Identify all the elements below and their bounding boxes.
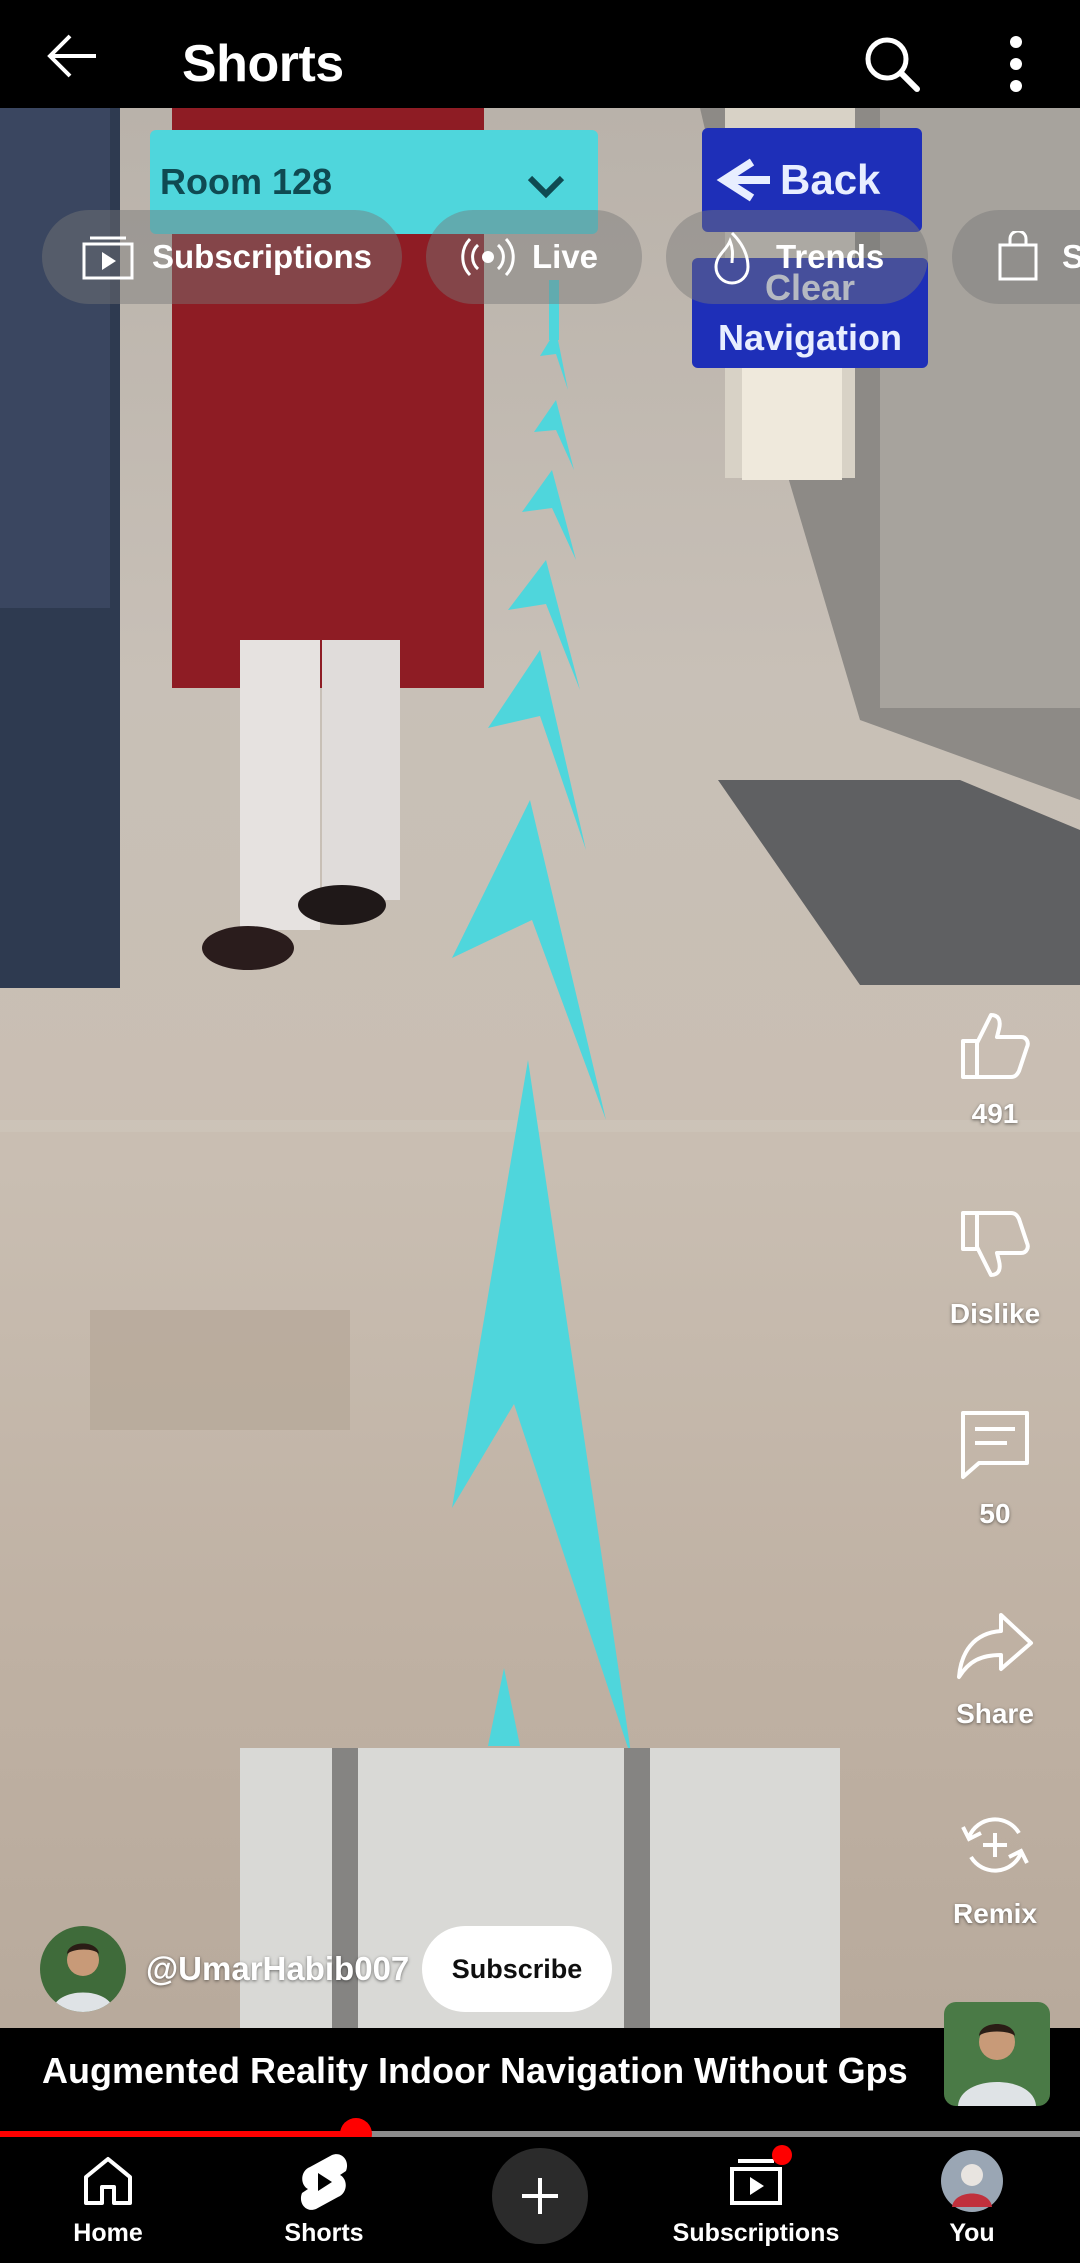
remix-label: Remix [952,1898,1038,1929]
create-button[interactable] [492,2148,588,2244]
notification-dot [772,2145,792,2165]
trends-icon [702,227,762,287]
video-player[interactable]: Room 128 Back Clear Navigation [0,108,1080,2028]
more-options-button[interactable] [980,28,1052,100]
nav-subscriptions[interactable]: Subscriptions [656,2145,856,2259]
remix-button[interactable]: Remix [940,1800,1050,1930]
dislike-button[interactable]: Dislike [940,1200,1050,1330]
nav-label: You [949,2219,995,2247]
comment-count: 50 [979,1498,1011,1529]
channel-avatar[interactable] [40,1926,126,2012]
room-selector-label: Room 128 [160,161,332,202]
arrow-left-icon [47,34,96,78]
nav-shorts[interactable]: Shorts [224,2149,424,2259]
page-title: Shorts [182,35,344,93]
chip-trends[interactable]: Trends [666,210,928,304]
chip-subscriptions[interactable]: Subscriptions [42,210,402,304]
back-button[interactable] [36,28,108,84]
share-arrow-icon [950,1600,1040,1690]
chip-label: Subscriptions [152,238,373,275]
chip-live[interactable]: Live [426,210,642,304]
search-button[interactable] [856,28,928,100]
filter-chips: Subscriptions Live Trends S [0,210,1080,304]
search-icon [865,37,920,92]
nav-label: Subscriptions [672,2219,840,2247]
chip-shopping[interactable]: S [952,210,1080,304]
top-app-bar: Shorts [0,0,1080,108]
more-vertical-icon [1010,36,1022,92]
account-avatar [940,2149,1004,2213]
video-title[interactable]: Augmented Reality Indoor Navigation With… [42,2050,908,2092]
nav-you[interactable]: You [872,2149,1072,2259]
channel-handle[interactable]: @UmarHabib007 [146,1950,409,1988]
share-label: Share [956,1698,1034,1729]
like-count: 491 [971,1098,1019,1129]
live-icon [458,227,518,287]
chip-label: S [1062,238,1080,275]
video-frame: Room 128 Back Clear Navigation [0,108,1080,2028]
home-icon [76,2149,140,2213]
nav-label: Shorts [284,2219,364,2247]
nav-home[interactable]: Home [8,2149,208,2259]
subscriptions-icon [78,227,138,287]
shopping-bag-icon [988,227,1048,287]
remix-icon [950,1800,1040,1890]
plus-icon [522,2178,558,2214]
like-button[interactable]: 491 [940,1000,1050,1130]
comments-button[interactable]: 50 [940,1400,1050,1530]
chip-label: Live [532,238,599,275]
related-video-thumbnail[interactable] [944,2002,1050,2106]
dislike-label: Dislike [949,1298,1041,1329]
chip-label: Trends [776,238,885,275]
subscriptions-icon [724,2145,792,2213]
comment-icon [950,1400,1040,1490]
ar-back-label: Back [780,156,881,203]
ar-clear-label-2: Navigation [718,317,902,358]
share-button[interactable]: Share [940,1600,1050,1730]
thumbs-up-icon [950,1000,1040,1090]
nav-label: Home [73,2219,143,2247]
subscribe-button[interactable]: Subscribe [422,1926,612,2012]
shorts-icon [292,2149,356,2213]
thumbs-down-icon [950,1200,1040,1290]
